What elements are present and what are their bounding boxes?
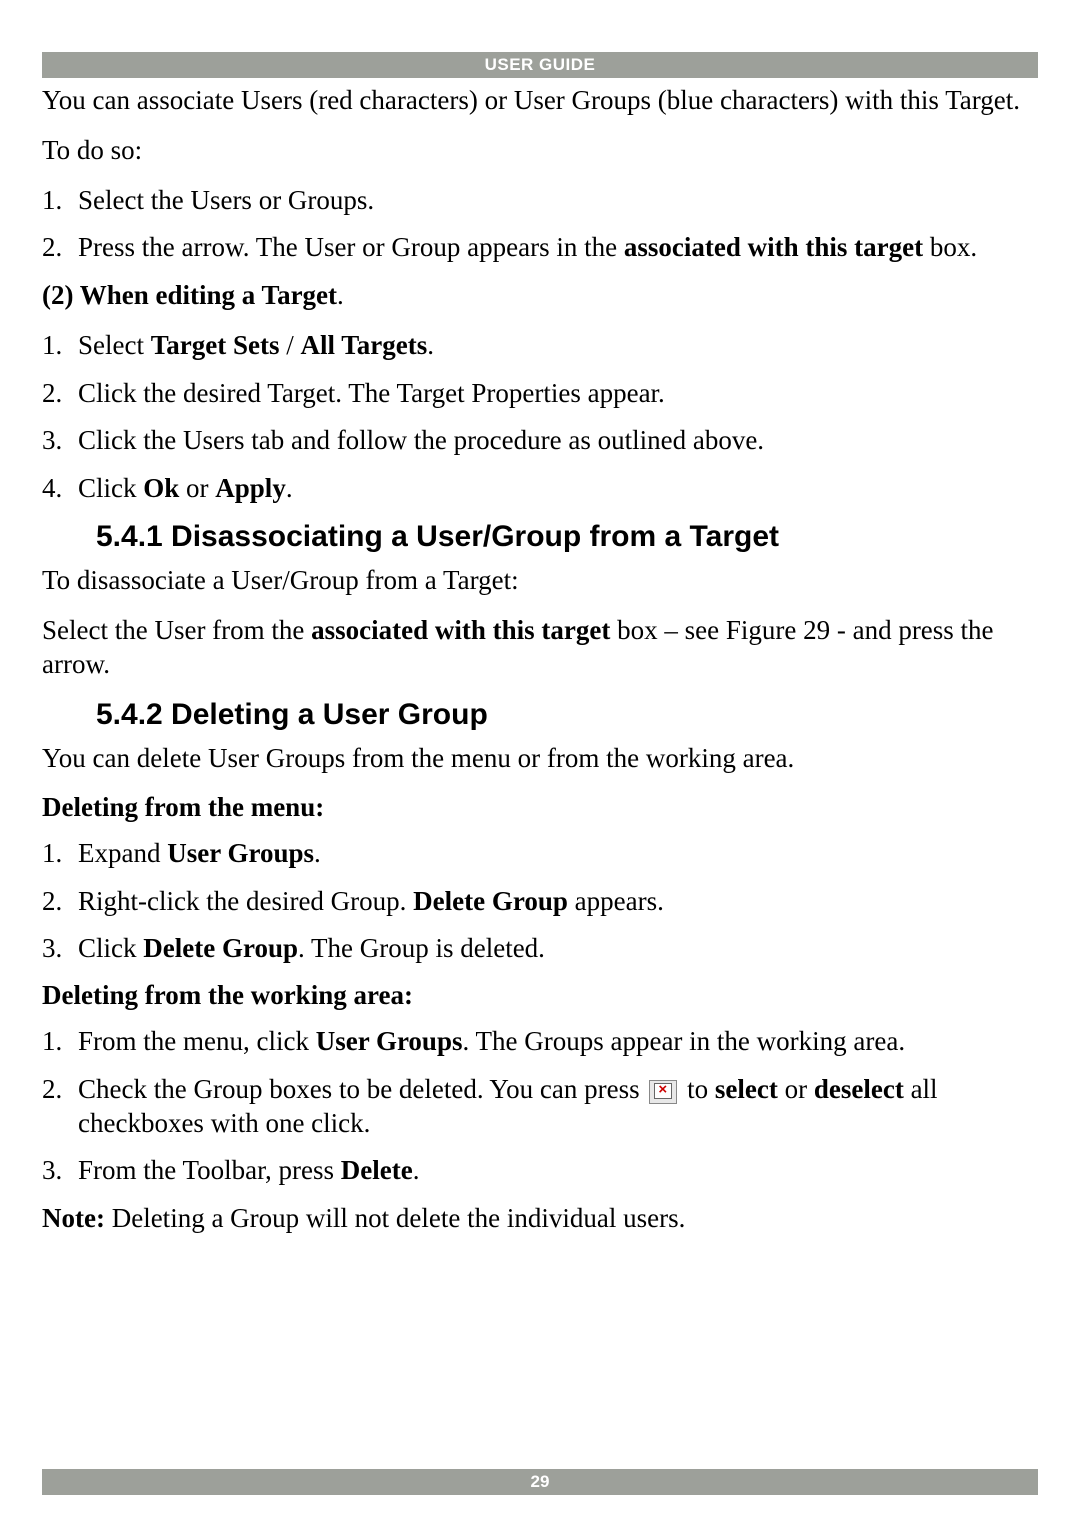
list-text: or: [179, 473, 215, 503]
list-item: 1. Select the Users or Groups.: [42, 184, 1038, 218]
list-item: 2. Check the Group boxes to be deleted. …: [42, 1073, 1038, 1141]
list-text: Click the desired Target. The Target Pro…: [78, 378, 665, 408]
list-text: Press the arrow. The User or Group appea…: [78, 232, 624, 262]
list-item: 3. Click Delete Group. The Group is dele…: [42, 932, 1038, 966]
note-text: Deleting a Group will not delete the ind…: [105, 1203, 685, 1233]
steps-list-4: 1. From the menu, click User Groups. The…: [42, 1025, 1038, 1188]
list-number: 2.: [42, 231, 62, 265]
list-text-bold: Target Sets: [151, 330, 280, 360]
list-number: 3.: [42, 1154, 62, 1188]
list-number: 1.: [42, 184, 62, 218]
list-text: Select: [78, 330, 151, 360]
list-number: 1.: [42, 329, 62, 363]
list-text-bold: Delete Group: [143, 933, 298, 963]
subheading-delete-menu: Deleting from the menu:: [42, 792, 1038, 823]
note-label: Note:: [42, 1203, 105, 1233]
list-item: 1. Expand User Groups.: [42, 837, 1038, 871]
list-text: From the menu, click: [78, 1026, 316, 1056]
list-text: box.: [923, 232, 977, 262]
subheading-bold: (2) When editing a Target: [42, 280, 337, 310]
list-text: Click: [78, 933, 143, 963]
list-text-bold: All Targets: [301, 330, 428, 360]
intro-paragraph-1: You can associate Users (red characters)…: [42, 84, 1038, 118]
list-item: 4. Click Ok or Apply.: [42, 472, 1038, 506]
list-text-bold: Apply: [215, 473, 286, 503]
list-text: /: [279, 330, 300, 360]
list-text: . The Groups appear in the working area.: [462, 1026, 905, 1056]
steps-list-1: 1. Select the Users or Groups. 2. Press …: [42, 184, 1038, 266]
text-bold: associated with this target: [311, 615, 610, 645]
intro-paragraph-2: To do so:: [42, 134, 1038, 168]
list-text-bold: User Groups: [167, 838, 314, 868]
subheading-when-editing: (2) When editing a Target.: [42, 279, 1038, 313]
subheading-period: .: [337, 280, 344, 310]
checkbox-toggle-icon: [649, 1080, 677, 1104]
list-item: 3. Click the Users tab and follow the pr…: [42, 424, 1038, 458]
list-text: Select the Users or Groups.: [78, 185, 374, 215]
list-text: appears.: [568, 886, 664, 916]
list-text: Click: [78, 473, 143, 503]
list-text: .: [427, 330, 434, 360]
list-text-bold: select: [715, 1074, 778, 1104]
header-bar: USER GUIDE: [42, 52, 1038, 78]
list-number: 2.: [42, 1073, 62, 1107]
list-text-bold: User Groups: [316, 1026, 463, 1056]
list-text-bold: Delete: [341, 1155, 413, 1185]
list-text: Expand: [78, 838, 167, 868]
list-number: 1.: [42, 1025, 62, 1059]
list-number: 2.: [42, 377, 62, 411]
list-item: 1. Select Target Sets / All Targets.: [42, 329, 1038, 363]
list-text: .: [413, 1155, 420, 1185]
paragraph-541b: Select the User from the associated with…: [42, 614, 1038, 682]
list-text: .: [286, 473, 293, 503]
list-text: From the Toolbar, press: [78, 1155, 341, 1185]
list-item: 2. Press the arrow. The User or Group ap…: [42, 231, 1038, 265]
heading-5-4-1: 5.4.1 Disassociating a User/Group from a…: [96, 520, 1038, 555]
list-number: 2.: [42, 885, 62, 919]
list-number: 3.: [42, 424, 62, 458]
note-paragraph: Note: Deleting a Group will not delete t…: [42, 1202, 1038, 1236]
list-item: 2. Right-click the desired Group. Delete…: [42, 885, 1038, 919]
list-number: 3.: [42, 932, 62, 966]
list-text: Right-click the desired Group.: [78, 886, 413, 916]
list-text: . The Group is deleted.: [298, 933, 545, 963]
list-text: Check the Group boxes to be deleted. You…: [78, 1074, 646, 1104]
steps-list-3: 1. Expand User Groups. 2. Right-click th…: [42, 837, 1038, 966]
list-text: to: [680, 1074, 715, 1104]
list-text-bold: Ok: [143, 473, 179, 503]
list-number: 1.: [42, 837, 62, 871]
list-text-bold: associated with this target: [624, 232, 923, 262]
list-number: 4.: [42, 472, 62, 506]
heading-5-4-2: 5.4.2 Deleting a User Group: [96, 698, 1038, 733]
list-text-bold: Delete Group: [413, 886, 568, 916]
list-item: 2. Click the desired Target. The Target …: [42, 377, 1038, 411]
list-item: 1. From the menu, click User Groups. The…: [42, 1025, 1038, 1059]
text: Select the User from the: [42, 615, 311, 645]
paragraph-541a: To disassociate a User/Group from a Targ…: [42, 564, 1038, 598]
list-text: Click the Users tab and follow the proce…: [78, 425, 764, 455]
list-item: 3. From the Toolbar, press Delete.: [42, 1154, 1038, 1188]
list-text: .: [314, 838, 321, 868]
list-text-bold: deselect: [814, 1074, 904, 1104]
footer-page-number: 29: [42, 1469, 1038, 1495]
list-text: or: [778, 1074, 814, 1104]
subheading-delete-working-area: Deleting from the working area:: [42, 980, 1038, 1011]
steps-list-2: 1. Select Target Sets / All Targets. 2. …: [42, 329, 1038, 506]
paragraph-542a: You can delete User Groups from the menu…: [42, 742, 1038, 776]
